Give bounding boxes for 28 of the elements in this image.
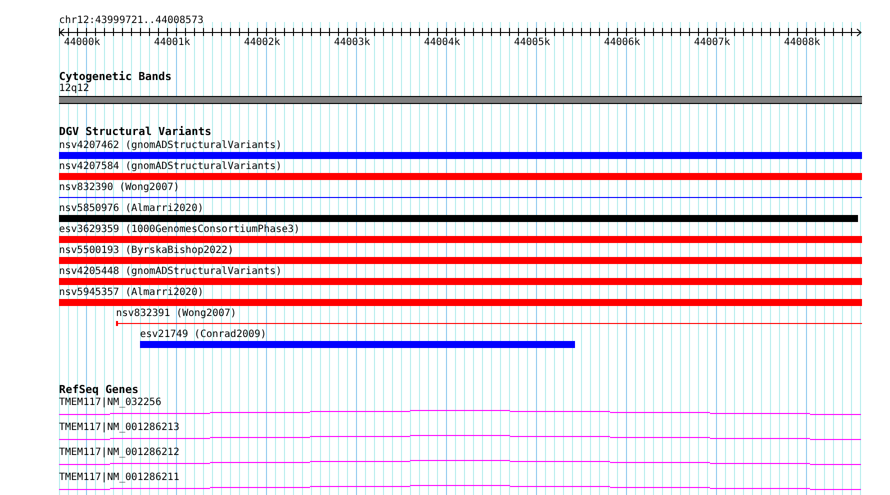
gene-label[interactable]: TMEM117|NM_032256: [59, 397, 162, 408]
variant-label[interactable]: esv21749 (Conrad2009): [140, 329, 266, 340]
tick-label: 44000k: [64, 37, 100, 48]
tick-label: 44008k: [784, 37, 820, 48]
gene-label[interactable]: TMEM117|NM_001286211: [59, 472, 180, 483]
track-title: Cytogenetic Bands: [59, 71, 172, 83]
band-label: 12q12: [59, 83, 90, 94]
variant-label[interactable]: nsv4207584 (gnomADStructuralVariants): [59, 161, 282, 172]
variant-label[interactable]: nsv5850976 (Almarri2020): [59, 203, 204, 214]
variant-label[interactable]: nsv832391 (Wong2007): [116, 308, 236, 319]
variant-label[interactable]: nsv4207462 (gnomADStructuralVariants): [59, 140, 282, 151]
tick-label: 44003k: [334, 37, 370, 48]
variant-label[interactable]: nsv832390 (Wong2007): [59, 182, 180, 193]
gene-label[interactable]: TMEM117|NM_001286213: [59, 422, 180, 433]
location-label: chr12:43999721..44008573: [59, 15, 204, 26]
variant-label[interactable]: esv3629359 (1000GenomesConsortiumPhase3): [59, 224, 300, 235]
gene-label[interactable]: TMEM117|NM_001286212: [59, 447, 180, 458]
variant-label[interactable]: nsv5945357 (Almarri2020): [59, 287, 204, 298]
tick-label: 44006k: [604, 37, 640, 48]
variant-label[interactable]: nsv5500193 (ByrskaBishop2022): [59, 245, 234, 256]
tick-label: 44007k: [694, 37, 730, 48]
tick-label: 44005k: [514, 37, 550, 48]
track-title: RefSeq Genes: [59, 384, 138, 396]
variant-label[interactable]: nsv4205448 (gnomADStructuralVariants): [59, 266, 282, 277]
tick-label: 44004k: [424, 37, 460, 48]
track-title: DGV Structural Variants: [59, 126, 212, 138]
tick-label: 44001k: [154, 37, 190, 48]
tick-label: 44002k: [244, 37, 280, 48]
